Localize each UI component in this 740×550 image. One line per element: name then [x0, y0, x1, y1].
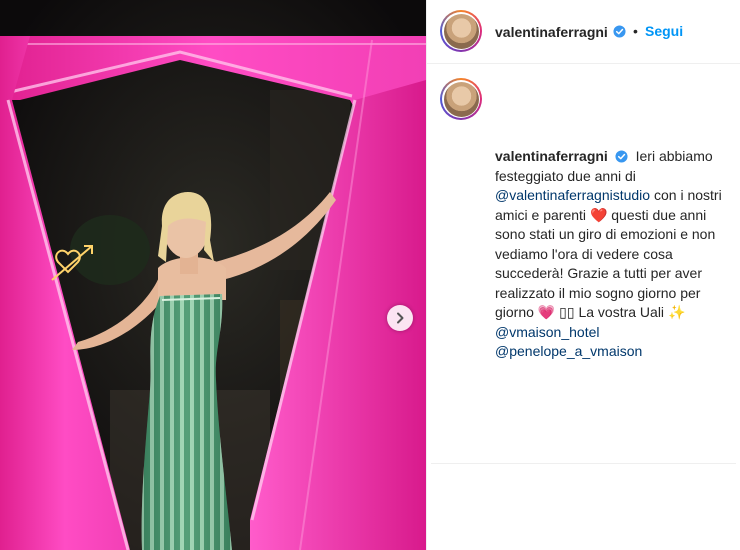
caption-text: valentinaferragni Ieri abbiamo festeggia… — [495, 147, 733, 362]
caption-comment: valentinaferragni Ieri abbiamo festeggia… — [431, 64, 736, 464]
mention-vmaison-hotel[interactable]: @vmaison_hotel — [495, 324, 600, 340]
author-avatar[interactable] — [440, 10, 482, 52]
next-image-button[interactable] — [387, 305, 413, 331]
avatar-image — [443, 81, 479, 117]
post-header: valentinaferragni • Segui — [427, 0, 740, 64]
photo — [0, 0, 426, 550]
chevron-right-icon — [397, 312, 404, 324]
sparkles-emoji: ✨ — [667, 304, 686, 320]
caption-text-part-4: La vostra Uali — [578, 304, 665, 320]
unrendered-emoji: ▯▯ — [559, 304, 575, 320]
verified-badge-icon — [615, 150, 628, 163]
author-username[interactable]: valentinaferragni — [495, 24, 608, 40]
mention-penelope-a-vmaison[interactable]: @penelope_a_vmaison — [495, 343, 642, 359]
caption-text-part-3: questi due anni sono stati un giro di em… — [495, 206, 716, 321]
follow-button[interactable]: Segui — [645, 23, 683, 39]
post-sidebar: valentinaferragni • Segui valentinaferra… — [426, 0, 740, 550]
post-media[interactable] — [0, 0, 426, 550]
caption-author-avatar[interactable] — [440, 78, 482, 120]
verified-badge-icon — [613, 25, 626, 38]
separator-dot: • — [633, 23, 638, 39]
pink-heart-emoji: 💗 — [537, 304, 556, 320]
caption-author-username[interactable]: valentinaferragni — [495, 148, 608, 164]
mention-valentinaferragnistudio[interactable]: @valentinaferragnistudio — [495, 187, 650, 203]
red-heart-emoji: ❤️ — [589, 206, 608, 223]
avatar-image — [443, 13, 479, 49]
